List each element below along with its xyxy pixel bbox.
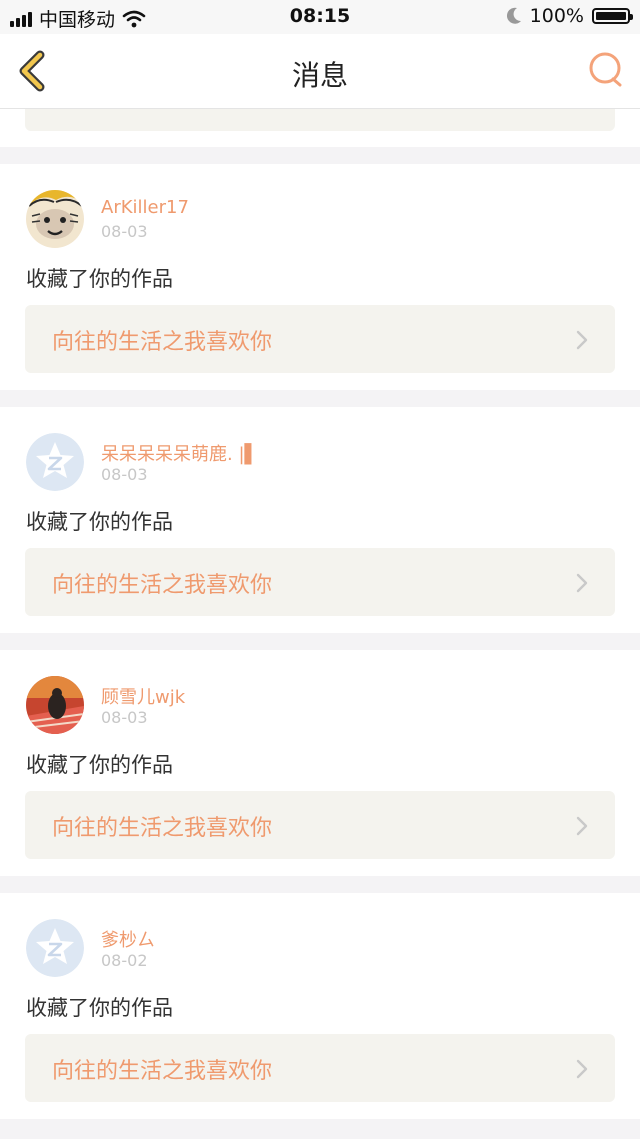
message-date: 08-03 [101, 465, 148, 484]
partial-card [0, 109, 640, 147]
partial-work-box [25, 109, 615, 131]
action-text: 收藏了你的作品 [26, 510, 173, 534]
user-avatar[interactable] [26, 919, 84, 977]
work-link[interactable]: 向往的生活之我喜欢你 [25, 791, 615, 859]
chevron-right-icon [576, 1059, 588, 1079]
message-date: 08-02 [101, 951, 148, 970]
work-title: 向往的生活之我喜欢你 [52, 330, 273, 355]
work-title: 向往的生活之我喜欢你 [52, 1059, 273, 1084]
message-card: 爹杪ㄙ 08-02 收藏了你的作品 向往的生活之我喜欢你 [0, 893, 640, 1119]
nav-bar: 消息 [0, 34, 640, 109]
cartoon-avatar-image [26, 190, 84, 248]
action-text: 收藏了你的作品 [26, 267, 173, 291]
battery-percent: 100% [529, 5, 584, 27]
status-bar: 中国移动 08:15 100% [0, 0, 640, 34]
user-avatar[interactable] [26, 433, 84, 491]
username[interactable]: 呆呆呆呆呆萌鹿. |▌ [101, 440, 258, 466]
status-right: 100% [506, 5, 633, 27]
message-card: ArKiller17 08-03 收藏了你的作品 向往的生活之我喜欢你 [0, 164, 640, 390]
message-card: 顾雪儿wjk 08-03 收藏了你的作品 向往的生活之我喜欢你 [0, 650, 640, 876]
default-avatar-icon [26, 919, 84, 977]
user-avatar[interactable] [26, 190, 84, 248]
username[interactable]: ArKiller17 [101, 197, 189, 218]
message-date: 08-03 [101, 222, 148, 241]
chevron-right-icon [576, 573, 588, 593]
work-link[interactable]: 向往的生活之我喜欢你 [25, 1034, 615, 1102]
photo-avatar-image [26, 676, 84, 734]
work-link[interactable]: 向往的生活之我喜欢你 [25, 305, 615, 373]
message-list: ArKiller17 08-03 收藏了你的作品 向往的生活之我喜欢你 呆呆呆呆… [0, 109, 640, 1119]
default-avatar-icon [26, 433, 84, 491]
battery-icon [592, 8, 633, 24]
chevron-right-icon [576, 816, 588, 836]
message-card: 呆呆呆呆呆萌鹿. |▌ 08-03 收藏了你的作品 向往的生活之我喜欢你 [0, 407, 640, 633]
work-title: 向往的生活之我喜欢你 [52, 573, 273, 598]
username[interactable]: 爹杪ㄙ [101, 926, 155, 952]
user-avatar[interactable] [26, 676, 84, 734]
work-title: 向往的生活之我喜欢你 [52, 816, 273, 841]
moon-icon [506, 7, 521, 24]
page-title: 消息 [291, 59, 348, 92]
action-text: 收藏了你的作品 [26, 753, 173, 777]
work-link[interactable]: 向往的生活之我喜欢你 [25, 548, 615, 616]
chevron-right-icon [576, 330, 588, 350]
action-text: 收藏了你的作品 [26, 996, 173, 1020]
search-icon[interactable] [586, 50, 626, 90]
username[interactable]: 顾雪儿wjk [101, 683, 185, 709]
message-date: 08-03 [101, 708, 148, 727]
